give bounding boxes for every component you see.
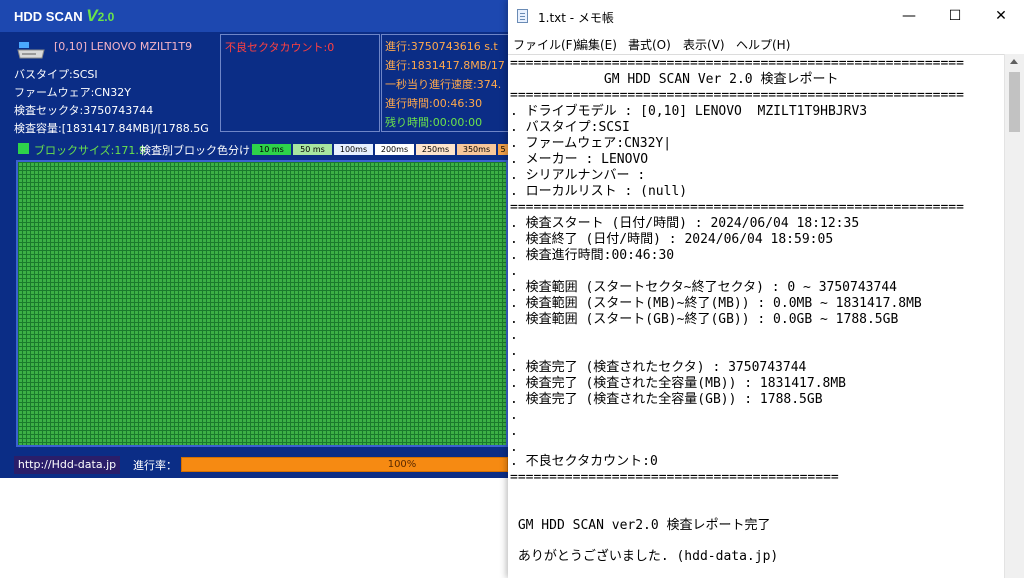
drive-model: [0,10] LENOVO MZILT1T9 [54,40,193,53]
text-line: . 検査終了 (日付/時間) : 2024/06/04 18:59:05 [510,232,834,247]
progress-sectors: 進行:3750743616 s.t [385,40,498,53]
bucket-250ms: 250ms [416,144,455,155]
progress-stats-panel: 進行:3750743616 s.t 進行:1831417.8MB/17 一秒当り… [381,34,508,132]
version-number: 2.0 [97,10,115,24]
notepad-titlebar: 1.txt - メモ帳 — ☐ ✕ [508,0,1024,32]
text-line: . [510,264,518,279]
menu-bar: ファイル(F) 編集(E) 書式(O) 表示(V) ヘルプ(H) [508,33,1024,53]
notepad-window: 1.txt - メモ帳 — ☐ ✕ ファイル(F) 編集(E) 書式(O) 表示… [508,0,1024,578]
text-line: . 不良セクタカウント:0 [510,454,658,469]
text-line: . [510,424,518,439]
text-line: . バスタイプ:SCSI [510,120,630,135]
text-line: . メーカー : LENOVO [510,152,649,167]
text-line: . 検査範囲 (スタートセクタ~終了セクタ) : 0 ~ 3750743744 [510,280,897,295]
elapsed-time: 進行時間:00:46:30 [385,97,483,110]
hdd-scan-window: HDD SCAN V2.0 [0,10] LENOVO MZILT1T9 バスタ… [0,0,508,478]
bucket-500ms: 5 [498,144,508,155]
window-title: 1.txt - メモ帳 [538,11,614,25]
bucket-200ms: 200ms [375,144,414,155]
text-line: ========================================… [510,470,839,485]
scan-block-grid [16,160,508,447]
version-letter: V [86,6,98,25]
block-color-square [18,143,29,154]
scrollbar-thumb[interactable] [1009,72,1020,132]
hdd-scan-titlebar: HDD SCAN V2.0 [0,0,508,32]
text-line: . 検査進行時間:00:46:30 [510,248,675,263]
progress-speed: 一秒当り進行速度:374. [385,78,502,91]
text-line: ========================================… [510,88,964,103]
menu-edit[interactable]: 編集(E) [576,36,617,53]
minimize-button[interactable]: — [886,0,932,32]
block-size: ブロックサイズ:171.9 [34,144,146,157]
text-line: . 検査範囲 (スタート(GB)~終了(GB)) : 0.0GB ~ 1788.… [510,312,899,327]
notepad-icon [517,9,528,23]
bad-sector-panel: 不良セクタカウント:0 [220,34,380,132]
progress-percent: 100% [387,459,417,470]
app-logo: HDD SCAN V2.0 [14,6,114,26]
maximize-button[interactable]: ☐ [932,0,978,32]
text-line: . ファームウェア:CN32Y| [510,136,672,151]
text-line: . ドライブモデル : [0,10] LENOVO MZILT1T9HBJRV3 [510,104,868,119]
text-line: . 検査完了 (検査された全容量(GB)) : 1788.5GB [510,392,823,407]
text-line: ========================================… [510,56,964,71]
progress-megabytes: 進行:1831417.8MB/17 [385,59,505,72]
vertical-scrollbar[interactable] [1004,54,1024,578]
progress-label: 進行率： [133,459,177,472]
text-line: ありがとうございました. (hdd-data.jp) [510,549,779,564]
menu-help[interactable]: ヘルプ(H) [736,36,790,53]
progress-bar: 100% [181,457,508,472]
firmware: ファームウェア:CN32Y [14,86,132,99]
menu-view[interactable]: 表示(V) [683,36,725,53]
text-line: . 検査範囲 (スタート(MB)~終了(MB)) : 0.0MB ~ 18314… [510,296,922,311]
text-line: . [510,328,518,343]
color-legend-label: 検査別ブロック色分け： [140,144,261,157]
website-link[interactable]: http://Hdd-data.jp [14,456,120,474]
text-line: . 検査完了 (検査されたセクタ) : 3750743744 [510,360,807,375]
bucket-10ms: 10 ms [252,144,291,155]
block-legend-row: ブロックサイズ:171.9 検査別ブロック色分け： 10 ms 50 ms 10… [14,142,508,157]
remaining-time: 残り時間:00:00:00 [385,116,483,129]
text-line: ========================================… [510,200,964,215]
sector-count: 検査セックタ:3750743744 [14,104,154,117]
bucket-50ms: 50 ms [293,144,332,155]
text-line: . [510,408,518,423]
bucket-350ms: 350ms [457,144,496,155]
text-line: GM HDD SCAN Ver 2.0 検査レポート [510,72,839,87]
close-button[interactable]: ✕ [978,0,1024,32]
capacity: 検査容量:[1831417.84MB]/[1788.5G [14,122,209,135]
hard-drive-icon [17,42,45,59]
bad-sector-count: 不良セクタカウント:0 [225,41,335,54]
text-line: . 検査スタート (日付/時間) : 2024/06/04 18:12:35 [510,216,860,231]
app-logo-text: HDD SCAN [14,9,83,24]
menu-format[interactable]: 書式(O) [628,36,671,53]
bucket-100ms: 100ms [334,144,373,155]
text-line: . シリアルナンバー : [510,168,646,183]
text-line: . ローカルリスト : (null) [510,184,688,199]
menu-file[interactable]: ファイル(F) [513,36,577,53]
scroll-up-arrow-icon[interactable] [1010,59,1018,64]
bus-type: バスタイプ:SCSI [14,68,98,81]
text-line: GM HDD SCAN ver2.0 検査レポート完了 [510,518,771,533]
text-line: . 検査完了 (検査された全容量(MB)) : 1831417.8MB [510,376,847,391]
text-editor[interactable]: ========================================… [508,54,1005,578]
text-line: . [510,344,518,359]
